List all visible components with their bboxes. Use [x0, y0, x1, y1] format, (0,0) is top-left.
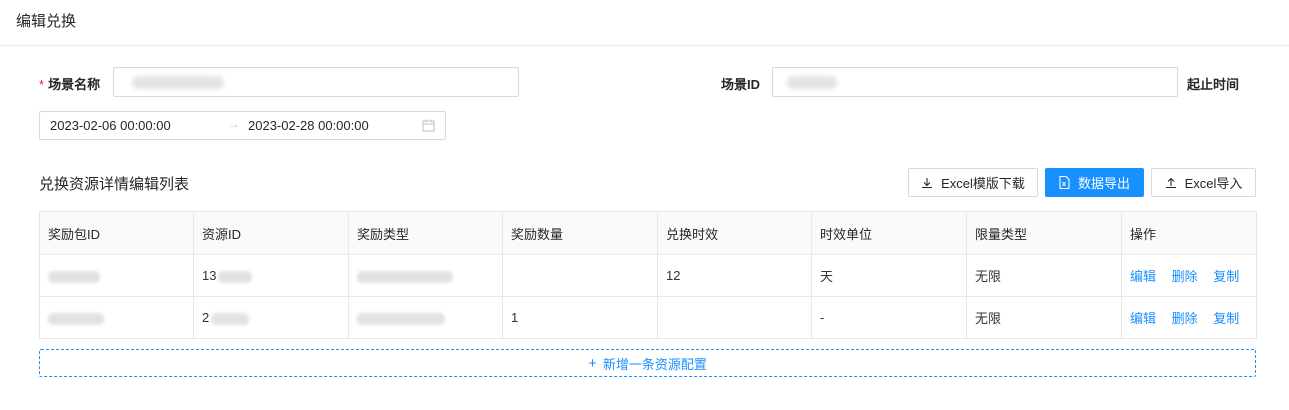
add-resource-config-label: 新增一条资源配置 [602, 356, 707, 372]
scene-id-label: 场景ID [721, 77, 761, 92]
table-row: 2 1 - 无限 编辑 删除 复制 [39, 296, 1257, 339]
date-range-picker[interactable]: 2023-02-06 00:00:00 → 2023-02-28 00:00:0… [39, 111, 446, 140]
excel-import-button[interactable]: Excel导入 [1151, 168, 1256, 197]
column-header: 奖励类型 [348, 211, 503, 255]
reward-package-id-cell [39, 296, 194, 339]
calendar-icon[interactable] [422, 119, 435, 135]
table-header-row: 奖励包ID 资源ID 奖励类型 奖励数量 兑换时效 时效单位 限量类型 操作 [39, 211, 1257, 255]
table-row: 13 12 天 无限 编辑 删除 复制 [39, 254, 1257, 297]
upload-icon [1165, 177, 1176, 188]
column-header: 操作 [1121, 211, 1257, 255]
column-header: 奖励数量 [502, 211, 658, 255]
reward-quantity-cell: 1 [502, 296, 658, 339]
validity-cell [657, 296, 812, 339]
column-header: 奖励包ID [39, 211, 194, 255]
column-header: 资源ID [193, 211, 349, 255]
delete-link[interactable]: 删除 [1172, 269, 1198, 284]
reward-package-id-cell [39, 254, 194, 297]
download-icon [922, 177, 933, 188]
scene-name-label: * 场景名称 [39, 77, 101, 92]
reward-type-cell [348, 254, 503, 297]
copy-link[interactable]: 复制 [1213, 269, 1239, 284]
reward-quantity-cell [502, 254, 658, 297]
data-export-label: 数据导出 [1077, 176, 1130, 191]
end-date-input[interactable]: 2023-02-28 00:00:00 [248, 118, 369, 133]
add-resource-config-button[interactable]: + 新增一条资源配置 [39, 349, 1256, 377]
plus-icon: + [588, 354, 597, 372]
limit-type-cell: 无限 [966, 254, 1122, 297]
excel-import-label: Excel导入 [1184, 176, 1243, 191]
excel-template-download-label: Excel模版下载 [941, 176, 1025, 191]
resource-id-cell: 13 [193, 254, 349, 297]
column-header: 兑换时效 [657, 211, 812, 255]
actions-cell: 编辑 删除 复制 [1121, 296, 1257, 339]
actions-cell: 编辑 删除 复制 [1121, 254, 1257, 297]
section-title: 兑换资源详情编辑列表 [39, 176, 190, 193]
reward-type-cell [348, 296, 503, 339]
time-range-label: 起止时间 [1187, 77, 1240, 92]
scene-id-input[interactable] [772, 67, 1178, 97]
validity-unit-cell: - [811, 296, 967, 339]
file-export-icon [1059, 176, 1070, 189]
validity-unit-cell: 天 [811, 254, 967, 297]
validity-cell: 12 [657, 254, 812, 297]
excel-template-download-button[interactable]: Excel模版下载 [908, 168, 1038, 197]
edit-link[interactable]: 编辑 [1130, 269, 1156, 284]
start-date-input[interactable]: 2023-02-06 00:00:00 [50, 118, 171, 133]
data-export-button[interactable]: 数据导出 [1045, 168, 1144, 197]
edit-link[interactable]: 编辑 [1130, 311, 1156, 326]
copy-link[interactable]: 复制 [1213, 311, 1239, 326]
required-mark: * [39, 77, 45, 92]
page-title: 编辑兑换 [16, 13, 77, 30]
delete-link[interactable]: 删除 [1172, 311, 1198, 326]
column-header: 时效单位 [811, 211, 967, 255]
page-header: 编辑兑换 [0, 0, 1289, 46]
limit-type-cell: 无限 [966, 296, 1122, 339]
range-arrow-icon: → [228, 117, 240, 131]
scene-name-input[interactable] [113, 67, 519, 97]
column-header: 限量类型 [966, 211, 1122, 255]
resource-table: 奖励包ID 资源ID 奖励类型 奖励数量 兑换时效 时效单位 限量类型 操作 1… [39, 211, 1257, 339]
resource-id-cell: 2 [193, 296, 349, 339]
